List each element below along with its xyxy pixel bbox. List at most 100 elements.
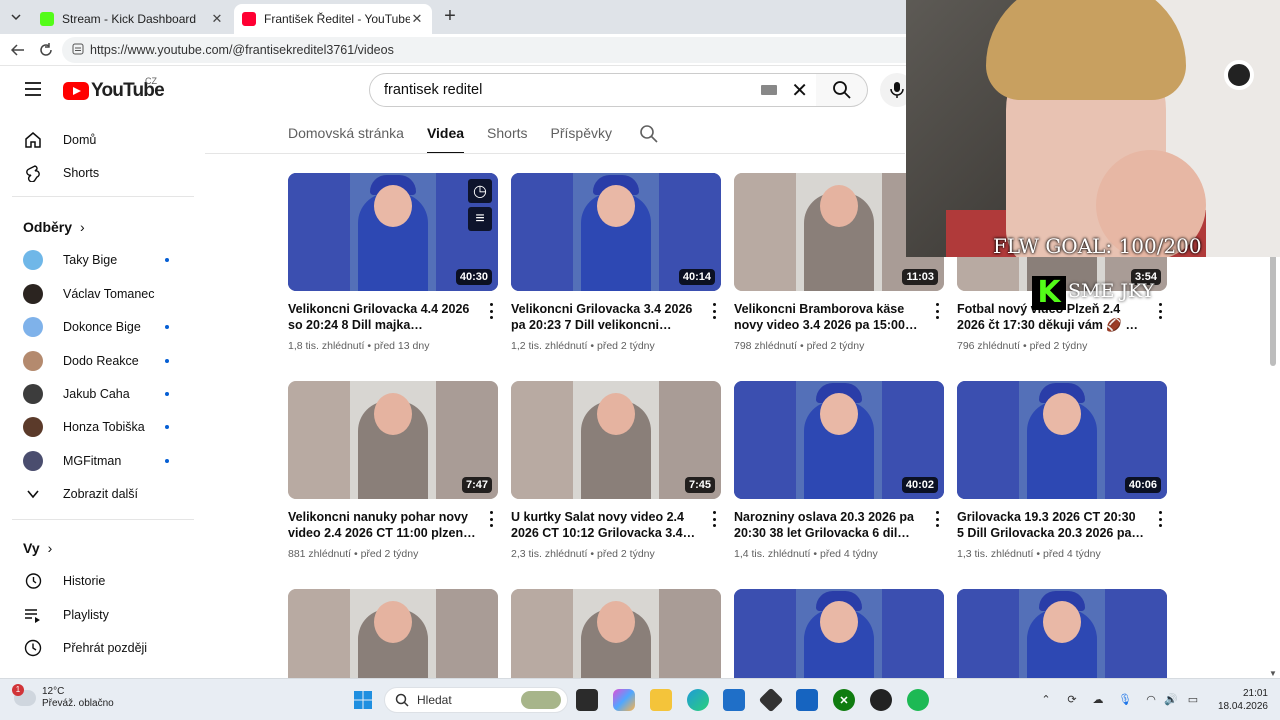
video-more-options-icon[interactable]	[1157, 303, 1163, 319]
video-more-options-icon[interactable]	[1157, 511, 1163, 527]
video-title[interactable]: Narozniny oslava 20.3 2026 pa 20:30 38 l…	[734, 509, 922, 541]
volume-icon[interactable]: 🔊	[1163, 691, 1179, 707]
spotify-icon[interactable]	[907, 689, 929, 711]
obs-icon[interactable]	[870, 689, 892, 711]
close-tab-icon[interactable]: ✕	[210, 11, 224, 27]
video-more-options-icon[interactable]	[488, 303, 494, 319]
tab-youtube[interactable]: František Ředitel - YouTube ✕	[234, 4, 432, 34]
watch-later-icon[interactable]: ◷	[468, 179, 492, 203]
sidebar-item-subscription[interactable]: Jakub Caha	[0, 377, 196, 411]
tab-shorts[interactable]: Shorts	[487, 118, 527, 154]
sidebar-item-label: Historie	[63, 574, 106, 588]
sidebar-item-shorts[interactable]: Shorts	[0, 156, 196, 190]
video-age: před 4 týdny	[1042, 548, 1101, 560]
video-thumbnail[interactable]: 7:47	[288, 381, 498, 499]
back-arrow-icon[interactable]	[8, 40, 28, 60]
keyboard-icon[interactable]	[761, 85, 778, 95]
reload-icon[interactable]	[36, 40, 56, 60]
thumbnail-bg-l	[957, 381, 1019, 499]
sidebar-item-subscription[interactable]: Václav Tomanec	[0, 277, 196, 311]
video-card[interactable]: 7:47 Velikoncni nanuky pohar novy video 2…	[288, 381, 498, 560]
site-info-icon[interactable]	[72, 43, 84, 58]
video-card[interactable]: 40:14 Velikoncni Grilovacka 3.4 2026 pa 2…	[511, 173, 721, 352]
system-clock[interactable]: 21:01 18.04.2026	[1210, 687, 1268, 713]
search-input[interactable]: frantisek reditel ✕	[369, 73, 817, 107]
store-icon[interactable]	[723, 689, 745, 711]
close-tab-icon[interactable]: ✕	[410, 11, 424, 27]
cloud-off-icon[interactable]: ☁	[1090, 691, 1106, 707]
sidebar-item-playlists[interactable]: Playlisty	[0, 598, 196, 632]
sidebar-item-home[interactable]: Domů	[0, 123, 196, 157]
video-title[interactable]: Velikoncni Bramborova käse novy video 3.…	[734, 301, 922, 333]
video-thumbnail[interactable]: 40:14	[511, 173, 721, 291]
aurora-app-icon[interactable]	[796, 689, 818, 711]
video-title[interactable]: Grilovacka 19.3 2026 CT 20:30 5 Dill Gri…	[957, 509, 1145, 541]
clear-search-icon[interactable]: ✕	[791, 78, 808, 103]
video-metadata: 796 zhlédnutí • před 2 týdny	[957, 340, 1087, 352]
scroll-down-arrow-icon[interactable]: ▼	[1269, 669, 1277, 678]
video-age: před 2 týdny	[360, 548, 419, 560]
meta-separator: •	[351, 548, 361, 560]
video-thumbnail[interactable]: 40:02	[734, 381, 944, 499]
tab-search-chevron-icon[interactable]	[6, 7, 26, 27]
guide-menu-icon[interactable]	[24, 80, 44, 100]
video-card[interactable]: 40:06 Grilovacka 19.3 2026 CT 20:30 5 Dil…	[957, 381, 1167, 560]
unity-icon[interactable]	[758, 687, 784, 713]
windows-start-icon[interactable]	[352, 689, 374, 711]
video-thumbnail[interactable]: 40:30 ◷ ≡	[288, 173, 498, 291]
microphone-tray-icon[interactable]: 🎙	[1117, 691, 1133, 707]
sidebar-item-watch-later[interactable]: Přehrát později	[0, 631, 196, 665]
sync-icon[interactable]: ⟳	[1064, 691, 1080, 707]
new-tab-plus-icon[interactable]: +	[440, 6, 460, 26]
file-explorer-icon[interactable]	[650, 689, 672, 711]
video-thumbnail[interactable]: 7:45	[511, 381, 721, 499]
sidebar-item-label: Shorts	[63, 166, 100, 180]
video-more-options-icon[interactable]	[934, 511, 940, 527]
thumbnail-bg-l	[511, 381, 573, 499]
tab-kick-dashboard[interactable]: Stream - Kick Dashboard ✕	[32, 4, 232, 34]
video-title[interactable]: Velikoncni Grilovacka 3.4 2026 pa 20:23 …	[511, 301, 699, 333]
video-more-options-icon[interactable]	[711, 511, 717, 527]
video-card[interactable]: 40:02 Narozniny oslava 20.3 2026 pa 20:30…	[734, 381, 944, 560]
tab-posts[interactable]: Příspěvky	[551, 118, 612, 154]
video-more-options-icon[interactable]	[488, 511, 494, 527]
sidebar-item-subscription[interactable]: Dodo Reakce	[0, 344, 196, 378]
weather-widget[interactable]: 1 12°C Převáž. oblačno	[12, 684, 114, 710]
video-title[interactable]: Velikoncni Grilovacka 4.4 2026 so 20:24 …	[288, 301, 476, 333]
video-more-options-icon[interactable]	[934, 303, 940, 319]
sidebar-item-history[interactable]: Historie	[0, 564, 196, 598]
tray-overflow-chevron-icon[interactable]: ⌃	[1038, 691, 1054, 707]
xbox-icon[interactable]: ✕	[833, 689, 855, 711]
chevron-right-icon: ›	[80, 219, 85, 235]
video-title[interactable]: Velikoncni nanuky pohar novy video 2.4 2…	[288, 509, 476, 541]
tab-videos[interactable]: Videa	[426, 118, 465, 154]
sidebar-item-subscription[interactable]: Dokonce Bige	[0, 310, 196, 344]
taskbar-search-input[interactable]: Hledat	[384, 687, 568, 713]
video-views: 1,2 tis. zhlédnutí	[511, 340, 588, 352]
copilot-icon[interactable]	[613, 689, 635, 711]
video-card[interactable]: 40:30 ◷ ≡ Velikoncni Grilovacka 4.4 2026 so…	[288, 173, 498, 352]
tabs-divider	[205, 153, 905, 154]
youtube-logo[interactable]: YouTube CZ	[63, 76, 165, 102]
wifi-icon[interactable]: ◠	[1143, 691, 1159, 707]
tab-home[interactable]: Domovská stránka	[288, 118, 404, 154]
sidebar-item-subscription[interactable]: Taky Bige	[0, 243, 196, 277]
edge-browser-icon[interactable]	[687, 689, 709, 711]
task-view-icon[interactable]	[576, 689, 598, 711]
you-heading[interactable]: Vy ›	[23, 540, 52, 556]
sidebar-item-subscription[interactable]: Honza Tobiška	[0, 410, 196, 444]
webcam-overlay: FLW GOAL: 100/200	[906, 0, 1280, 257]
battery-icon[interactable]: ▭	[1185, 691, 1201, 707]
new-content-dot	[165, 392, 169, 396]
video-more-options-icon[interactable]	[711, 303, 717, 319]
meta-separator: •	[587, 340, 597, 352]
show-more-button[interactable]: Zobrazit další	[0, 477, 196, 511]
video-thumbnail[interactable]: 40:06	[957, 381, 1167, 499]
add-to-queue-icon[interactable]: ≡	[468, 207, 492, 231]
subscriptions-heading[interactable]: Odběry ›	[23, 219, 85, 235]
video-card[interactable]: 7:45 U kurtky Salat novy video 2.4 2026 C…	[511, 381, 721, 560]
video-title[interactable]: U kurtky Salat novy video 2.4 2026 CT 10…	[511, 509, 699, 541]
search-button[interactable]	[816, 73, 868, 107]
sidebar-item-subscription[interactable]: MGFitman	[0, 444, 196, 478]
channel-search-icon[interactable]	[639, 118, 659, 147]
